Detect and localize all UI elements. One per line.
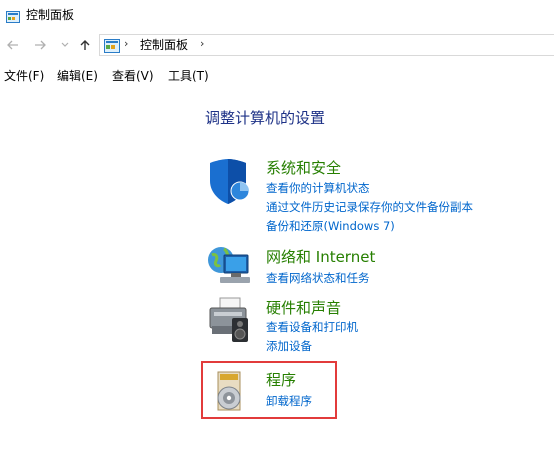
network-globe-icon[interactable]	[206, 243, 250, 287]
link-uninstall-program[interactable]: 卸载程序	[266, 393, 312, 409]
link-file-history-backup[interactable]: 通过文件历史记录保存你的文件备份副本	[266, 199, 473, 215]
link-add-device[interactable]: 添加设备	[266, 338, 312, 354]
recent-locations-chevron-icon[interactable]	[56, 36, 74, 54]
menu-bar: 文件(F) 编辑(E) 查看(V) 工具(T)	[0, 66, 554, 86]
breadcrumb-separator[interactable]: ›	[200, 37, 204, 50]
control-panel-icon	[6, 8, 20, 23]
menu-file[interactable]: 文件(F)	[4, 68, 44, 84]
programs-disc-icon[interactable]	[212, 370, 256, 414]
category-title-programs[interactable]: 程序	[266, 370, 296, 390]
back-arrow-icon[interactable]	[4, 36, 22, 54]
breadcrumb-separator[interactable]: ›	[124, 37, 128, 50]
category-title-network-internet[interactable]: 网络和 Internet	[266, 247, 375, 267]
page-heading: 调整计算机的设置	[205, 109, 326, 127]
menu-edit[interactable]: 编辑(E)	[57, 68, 98, 84]
window-title: 控制面板	[26, 8, 75, 22]
link-view-devices-printers[interactable]: 查看设备和打印机	[266, 319, 358, 335]
address-bar[interactable]: › 控制面板 ›	[99, 34, 554, 56]
menu-view[interactable]: 查看(V)	[112, 68, 154, 84]
shield-icon[interactable]	[206, 157, 250, 204]
title-bar: 控制面板	[0, 0, 554, 30]
forward-arrow-icon[interactable]	[31, 36, 49, 54]
category-title-system-security[interactable]: 系统和安全	[266, 158, 341, 178]
control-panel-icon	[104, 38, 120, 53]
printer-speaker-icon[interactable]	[206, 296, 250, 342]
link-view-computer-status[interactable]: 查看你的计算机状态	[266, 180, 370, 196]
up-arrow-icon[interactable]	[76, 36, 94, 54]
category-title-hardware-sound[interactable]: 硬件和声音	[266, 298, 341, 318]
link-view-network-status[interactable]: 查看网络状态和任务	[266, 270, 370, 286]
breadcrumb-control-panel[interactable]: 控制面板	[140, 38, 188, 53]
link-backup-restore-windows7[interactable]: 备份和还原(Windows 7)	[266, 218, 395, 234]
menu-tools[interactable]: 工具(T)	[168, 68, 209, 84]
